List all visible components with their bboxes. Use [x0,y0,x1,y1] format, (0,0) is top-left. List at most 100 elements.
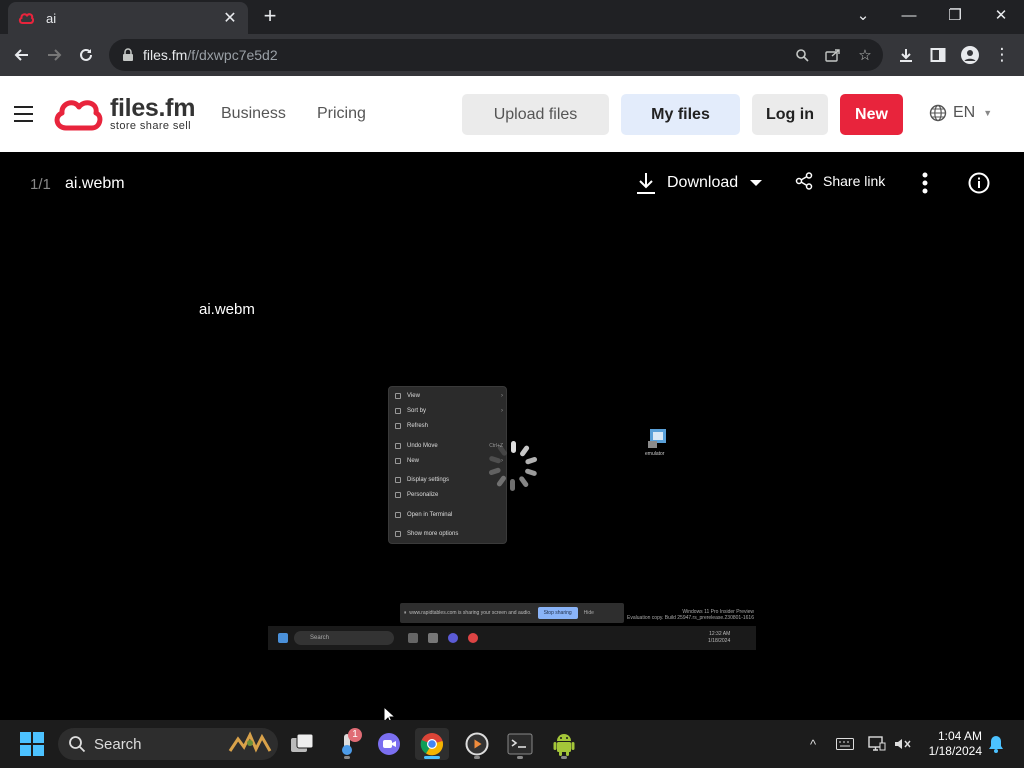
download-button[interactable]: Download [636,172,763,194]
more-options-icon[interactable] [916,171,934,195]
address-bar[interactable]: files.fm/f/dxwpc7e5d2 ☆ [109,39,883,71]
menu-item: Refresh [395,421,503,431]
clock-date: 1/18/2024 [928,744,982,758]
filesfm-favicon-icon [18,10,34,26]
taskbar-android-app[interactable] [547,728,581,760]
nav-pricing[interactable]: Pricing [317,105,366,123]
clock-time: 1:04 AM [937,729,982,743]
terminal-icon [507,733,533,755]
site-header: files.fm store share sell Business Prici… [0,76,1024,152]
zoom-search-icon[interactable] [792,45,812,65]
taskbar-clock[interactable]: 1:04 AM 1/18/2024 [920,729,982,759]
minimize-button[interactable]: — [886,0,932,30]
forward-button[interactable] [40,41,68,69]
profile-avatar-icon[interactable] [956,41,984,69]
menu-item: Open in Terminal [395,510,503,520]
taskbar-chrome-app[interactable] [415,728,449,760]
video-frame-taskbar: Search 12:32 AM 1/18/2024 [268,626,756,650]
caret-down-icon: ▼ [983,108,993,118]
taskbar-media-player-app[interactable] [460,728,494,760]
new-tab-button[interactable]: + [258,4,282,28]
share-link-button[interactable]: Share link [795,172,885,190]
show-hidden-icons-chevron-icon[interactable]: ^ [803,734,823,754]
mini-app-icon [408,633,418,643]
file-viewer: 1/1 ai.webm Download Share link ai.webm … [0,152,1024,720]
screen: ai ✕ + ⌄ — ❐ ✕ files.fm/f/dxwpc7e5d2 ☆ ⋮… [0,0,1024,768]
menu-item: View › [395,391,503,401]
mini-chrome-icon [468,633,478,643]
menu-item: Show more options [395,529,503,539]
notification-badge: 1 [348,728,362,742]
share-link-label: Share link [823,173,886,189]
chrome-menu-icon[interactable]: ⋮ [988,41,1016,69]
share-page-icon[interactable] [823,45,843,65]
notification-bell-icon[interactable] [986,734,1006,754]
task-view-icon [291,733,314,752]
restore-button[interactable]: ❐ [932,0,978,30]
taskbar-terminal-app[interactable] [503,728,537,760]
url-host: files.fm [143,47,188,63]
search-icon [69,736,86,753]
browser-tab[interactable]: ai ✕ [8,2,248,34]
mini-clock: 12:32 AM 1/18/2024 [708,631,731,644]
hamburger-menu-icon[interactable] [14,106,33,122]
bookmark-star-icon[interactable]: ☆ [855,45,875,65]
desktop-icon-label: emulator [645,451,665,457]
mini-search: Search [294,631,394,645]
loading-spinner-icon [488,441,538,491]
tab-title: ai [46,10,57,26]
nav-business[interactable]: Business [221,105,286,123]
file-counter: 1/1 [30,176,51,193]
menu-item: Sort by › [395,406,503,416]
screen-share-bar: ⏸ www.rapidtables.com is sharing your sc… [400,603,624,623]
mini-app-icon [428,633,438,643]
lock-icon [123,48,133,61]
share-icon [795,172,813,190]
download-icon [637,173,655,194]
taskbar-search-box[interactable]: Search [58,728,278,760]
keyboard-icon[interactable] [835,734,855,754]
filesfm-logo[interactable]: files.fm store share sell [52,96,195,132]
windows-start-icon[interactable] [20,732,44,756]
downloads-icon[interactable] [892,41,920,69]
language-label: EN [953,104,976,121]
windows-taskbar: Search 1 ^ 1:04 AM 1/18/2024 [0,720,1024,768]
taskbar-teams-app[interactable] [372,728,406,760]
back-button[interactable] [8,41,36,69]
login-button[interactable]: Log in [752,94,828,135]
side-panel-icon[interactable] [924,41,952,69]
new-button[interactable]: New [840,94,903,135]
logo-title: files.fm [110,94,196,122]
reload-button[interactable] [72,41,100,69]
viewer-file-name: ai.webm [65,175,125,192]
mini-app-icon [448,633,458,643]
browser-toolbar: files.fm/f/dxwpc7e5d2 ☆ ⋮ [0,34,1024,76]
download-label: Download [667,174,739,191]
logo-tagline: store share sell [110,120,191,132]
cloud-logo-icon [54,100,103,131]
play-icon [465,732,489,756]
info-icon[interactable] [968,172,990,194]
task-view-button[interactable] [285,728,319,760]
android-icon [553,734,575,756]
emulator-desktop-icon [648,429,666,448]
upload-files-button[interactable]: Upload files [462,94,609,135]
mini-start-icon [278,633,288,643]
my-files-button[interactable]: My files [621,94,740,135]
close-window-button[interactable]: ✕ [978,0,1024,30]
language-selector[interactable]: EN ▼ [929,104,992,122]
windows-watermark: Windows 11 Pro Insider Preview Evaluatio… [627,609,754,621]
taskbar-thermometer-app[interactable]: 1 [330,728,364,760]
globe-icon [929,104,947,122]
tab-close-icon[interactable]: ✕ [222,8,238,28]
chrome-icon [420,733,444,756]
caret-down-icon [750,180,763,186]
taskbar-search-label: Search [94,735,142,753]
volume-muted-icon[interactable] [892,734,912,754]
network-display-icon[interactable] [867,734,887,754]
video-title: ai.webm [199,301,255,318]
tab-search-icon[interactable]: ⌄ [840,0,886,30]
url-path: /f/dxwpc7e5d2 [187,47,278,63]
video-call-icon [378,733,400,755]
search-highlight-icon [228,731,272,753]
